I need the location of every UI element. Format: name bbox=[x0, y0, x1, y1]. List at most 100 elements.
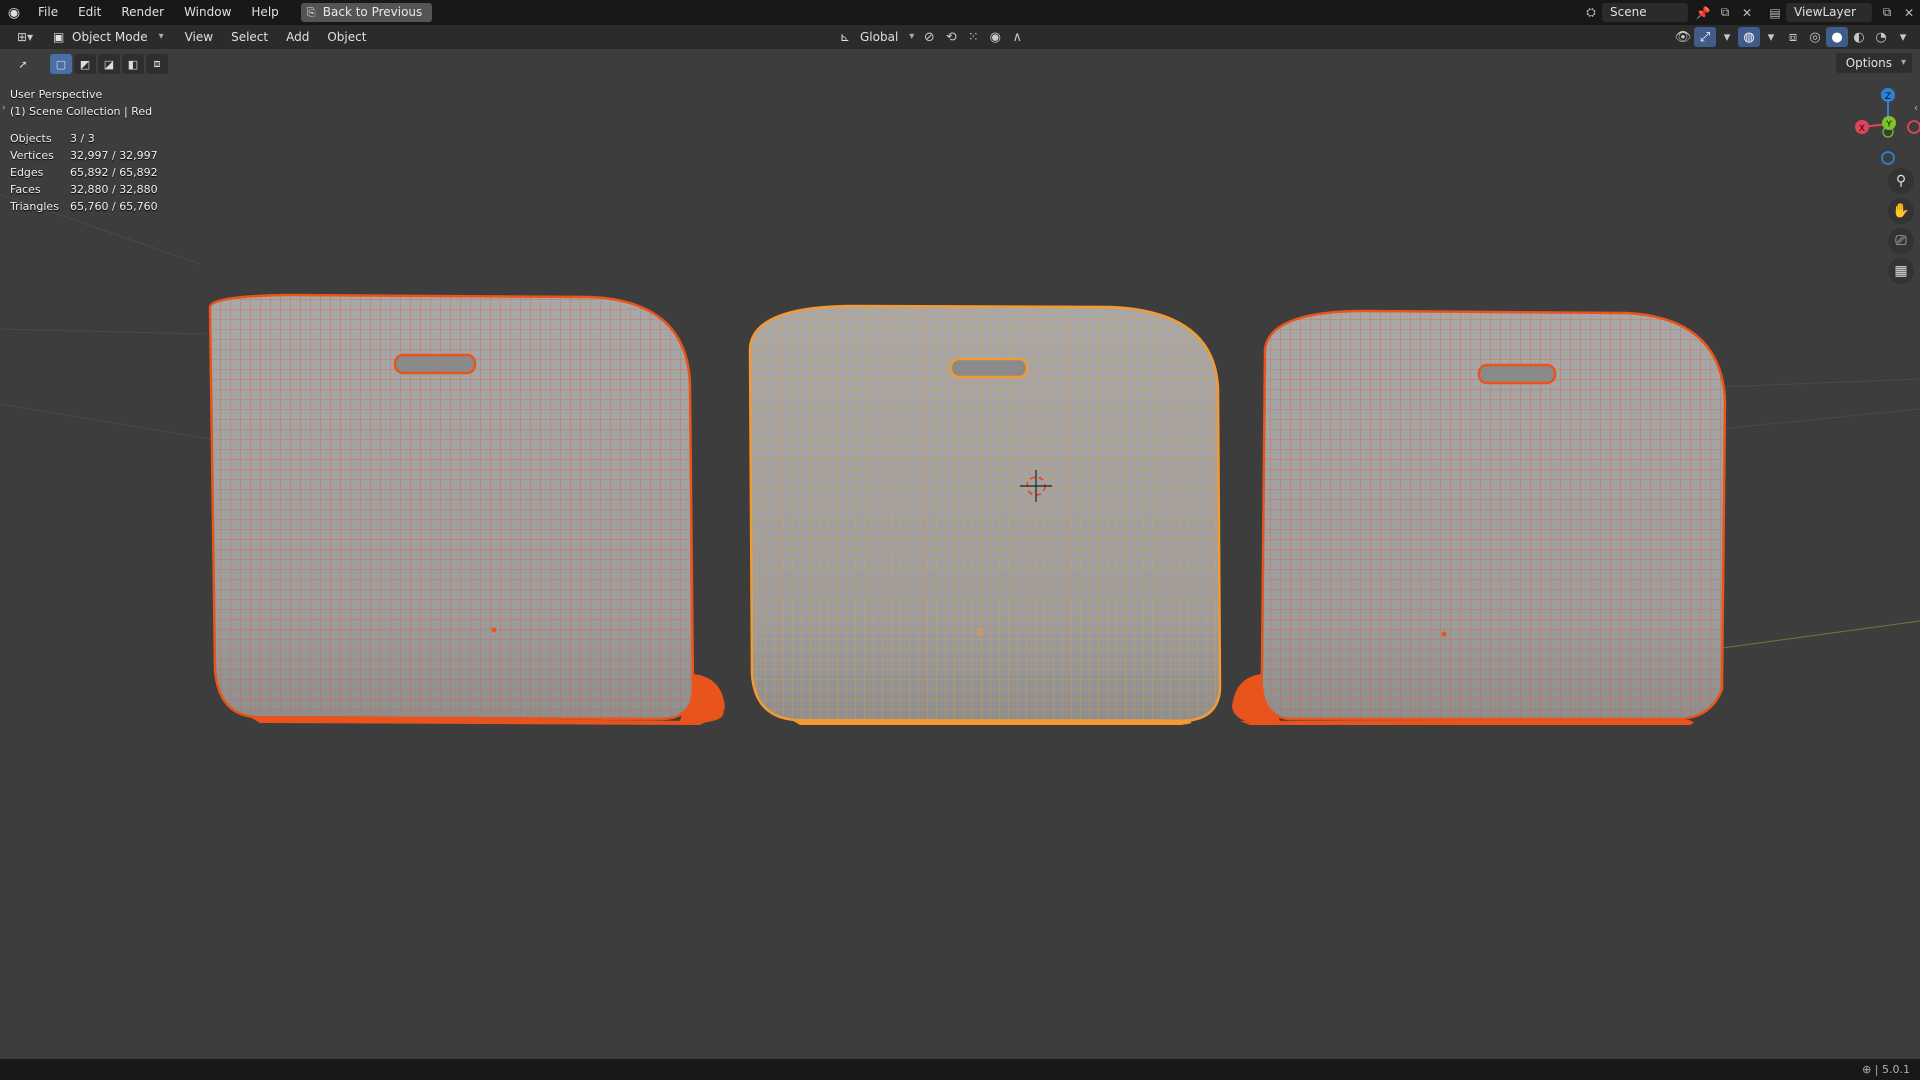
scene-selector-icon[interactable]: ⛭ bbox=[1580, 3, 1602, 22]
x-axis-line bbox=[1714, 620, 1920, 650]
stat-row: Edges 65,892 / 65,892 bbox=[10, 164, 158, 181]
wireframe-shading-icon[interactable]: ◎ bbox=[1804, 27, 1826, 47]
stat-label: Objects bbox=[10, 132, 52, 145]
stat-value: 65,760 / 65,760 bbox=[70, 200, 158, 213]
stat-label: Triangles bbox=[10, 200, 59, 213]
stat-row: Vertices 32,997 / 32,997 bbox=[10, 147, 158, 164]
gizmo-neg-x-axis[interactable] bbox=[1907, 120, 1920, 134]
navigation-gizmo[interactable]: Z X Y bbox=[1840, 80, 1920, 170]
orientation-icon: ⊾ bbox=[840, 30, 851, 44]
object-mode-dropdown[interactable]: ▣ Object Mode ▾ bbox=[46, 27, 170, 47]
solid-shading-icon[interactable]: ● bbox=[1826, 27, 1848, 47]
scene-name-field[interactable]: Scene bbox=[1602, 3, 1688, 22]
perspective-toggle-icon[interactable]: ▦ bbox=[1888, 258, 1914, 284]
menu-render[interactable]: Render bbox=[111, 0, 174, 25]
gizmo-x-label: X bbox=[1859, 124, 1865, 134]
collection-label: (1) Scene Collection | Red bbox=[10, 105, 153, 118]
3d-viewport[interactable] bbox=[0, 49, 1920, 1059]
gizmo-dropdown-icon[interactable]: ▾ bbox=[1716, 27, 1738, 47]
mesh-object-left[interactable] bbox=[200, 289, 725, 729]
status-bar: ⊕ | 5.0.1 bbox=[0, 1059, 1920, 1080]
view-perspective-label: User Perspective bbox=[10, 88, 103, 101]
visibility-icon[interactable]: 👁 bbox=[1672, 27, 1694, 47]
gizmo-toggle-icon[interactable]: ⤢ bbox=[1694, 27, 1716, 47]
stat-label: Vertices bbox=[10, 149, 54, 162]
version-info: ⊕ | 5.0.1 bbox=[1862, 1063, 1910, 1076]
mesh-object-middle[interactable] bbox=[740, 299, 1230, 729]
menu-edit[interactable]: Edit bbox=[68, 0, 111, 25]
back-to-previous-button[interactable]: ⎘ Back to Previous bbox=[300, 3, 433, 22]
view-layer-name: ViewLayer bbox=[1794, 5, 1856, 19]
object-mode-label: Object Mode bbox=[72, 30, 148, 44]
mesh-object-right[interactable] bbox=[1232, 304, 1735, 729]
menu-help[interactable]: Help bbox=[241, 0, 288, 25]
editor-type-icon[interactable]: ⊞▾ bbox=[8, 27, 42, 47]
top-menu-bar: ◉ File Edit Render Window Help ⎘ Back to… bbox=[0, 0, 1920, 25]
pan-hand-icon[interactable]: ✋ bbox=[1888, 198, 1914, 224]
scene-statistics: Objects 3 / 3 Vertices 32,997 / 32,997 Edg… bbox=[10, 130, 158, 215]
stat-value: 65,892 / 65,892 bbox=[70, 166, 158, 179]
camera-view-icon[interactable]: ⎚ bbox=[1888, 228, 1914, 254]
remove-scene-icon[interactable]: ✕ bbox=[1736, 3, 1758, 22]
sidebar-toggle-icon[interactable]: ‹ bbox=[1914, 103, 1918, 114]
stat-value: 32,997 / 32,997 bbox=[70, 149, 158, 162]
select-new-icon[interactable]: ▢ bbox=[50, 54, 72, 74]
rendered-shading-icon[interactable]: ◔ bbox=[1870, 27, 1892, 47]
falloff-icon[interactable]: ∧ bbox=[1006, 27, 1028, 47]
menu-window[interactable]: Window bbox=[174, 0, 241, 25]
transform-orientation-dropdown[interactable]: ⊾ Global ▾ bbox=[836, 27, 918, 47]
view-layer-field[interactable]: ViewLayer bbox=[1786, 3, 1872, 22]
version-label: 5.0.1 bbox=[1882, 1063, 1910, 1076]
chevron-down-icon: ▾ bbox=[1900, 57, 1906, 68]
new-view-layer-icon[interactable]: ⧉ bbox=[1876, 3, 1898, 22]
select-tool-icon[interactable]: ➚ bbox=[12, 54, 34, 74]
shading-dropdown-icon[interactable]: ▾ bbox=[1892, 27, 1914, 47]
menu-file[interactable]: File bbox=[28, 0, 68, 25]
view-layer-selector-icon[interactable]: ▤ bbox=[1764, 3, 1786, 22]
blender-logo-icon[interactable]: ◉ bbox=[0, 0, 28, 25]
gizmo-neg-z-axis[interactable] bbox=[1881, 151, 1895, 165]
stat-value: 32,880 / 32,880 bbox=[70, 183, 158, 196]
menu-object[interactable]: Object bbox=[318, 25, 375, 49]
network-icon: ⊕ bbox=[1862, 1063, 1872, 1076]
overlay-dropdown-icon[interactable]: ▾ bbox=[1760, 27, 1782, 47]
zoom-icon[interactable]: ⚲ bbox=[1888, 168, 1914, 194]
snap-target-icon[interactable]: ⁙ bbox=[962, 27, 984, 47]
proportional-editing-icon[interactable]: ◉ bbox=[984, 27, 1006, 47]
back-icon: ⎘ bbox=[306, 6, 316, 19]
scene-name: Scene bbox=[1610, 5, 1647, 19]
stat-label: Edges bbox=[10, 166, 44, 179]
toolbar-expand-icon[interactable]: › bbox=[2, 103, 6, 113]
options-dropdown[interactable]: Options ▾ bbox=[1835, 53, 1912, 73]
back-to-previous-label: Back to Previous bbox=[322, 5, 423, 19]
menu-add[interactable]: Add bbox=[277, 25, 318, 49]
chevron-down-icon: ▾ bbox=[158, 31, 164, 42]
menu-view[interactable]: View bbox=[176, 25, 222, 49]
options-label: Options bbox=[1845, 56, 1892, 70]
chevron-down-icon: ▾ bbox=[909, 31, 915, 42]
select-subtract-icon[interactable]: ◪ bbox=[98, 54, 120, 74]
stat-row: Faces 32,880 / 32,880 bbox=[10, 181, 158, 198]
stat-value: 3 / 3 bbox=[70, 132, 95, 145]
pin-icon[interactable]: 📌 bbox=[1692, 3, 1714, 22]
remove-view-layer-icon[interactable]: ✕ bbox=[1898, 3, 1920, 22]
xray-toggle-icon[interactable]: ⧈ bbox=[1782, 27, 1804, 47]
gizmo-z-label: Z bbox=[1885, 92, 1891, 102]
stat-label: Faces bbox=[10, 183, 41, 196]
new-scene-icon[interactable]: ⧉ bbox=[1714, 3, 1736, 22]
orientation-label: Global bbox=[860, 30, 899, 44]
menu-select[interactable]: Select bbox=[222, 25, 277, 49]
tool-settings-row: ➚ ▢ ◩ ◪ ◧ ⧈ bbox=[12, 53, 170, 75]
material-shading-icon[interactable]: ◐ bbox=[1848, 27, 1870, 47]
object-mode-icon: ▣ bbox=[53, 30, 65, 44]
select-intersect-icon[interactable]: ⧈ bbox=[146, 54, 168, 74]
viewport-text-overlay: User Perspective (1) Scene Collection | … bbox=[10, 86, 158, 215]
stat-row: Objects 3 / 3 bbox=[10, 130, 158, 147]
select-extend-icon[interactable]: ◩ bbox=[74, 54, 96, 74]
overlay-toggle-icon[interactable]: ◍ bbox=[1738, 27, 1760, 47]
select-invert-icon[interactable]: ◧ bbox=[122, 54, 144, 74]
pivot-point-icon[interactable]: ⊘ bbox=[918, 27, 940, 47]
viewport-header: ⊞▾ ▣ Object Mode ▾ View Select Add Objec… bbox=[0, 25, 1920, 49]
snap-toggle-icon[interactable]: ⟲ bbox=[940, 27, 962, 47]
stat-row: Triangles 65,760 / 65,760 bbox=[10, 198, 158, 215]
